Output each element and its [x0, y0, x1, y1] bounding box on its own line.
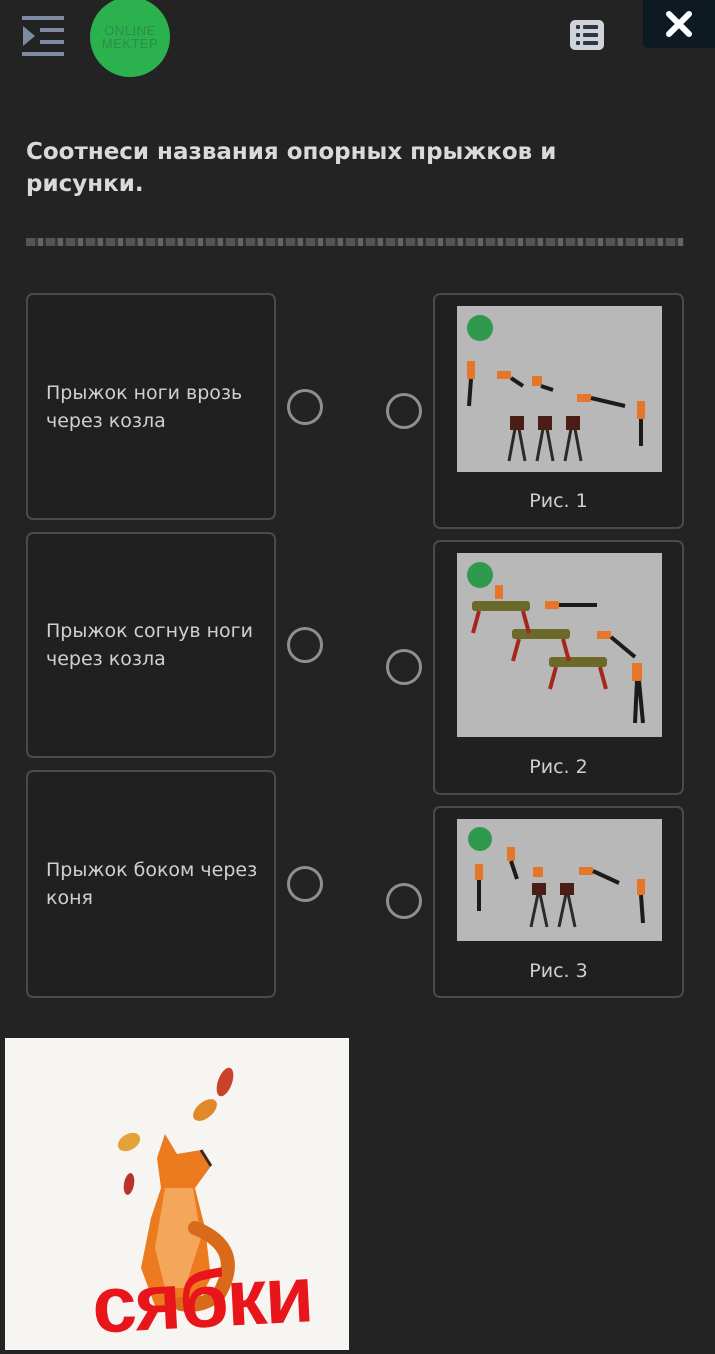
figure-image-1 — [457, 306, 662, 472]
left-item-label: Прыжок ноги врозь через козла — [46, 381, 243, 432]
left-item-1[interactable]: Прыжок ноги врозь через козла — [26, 293, 276, 520]
left-item-3[interactable]: Прыжок боком через коня — [26, 770, 276, 998]
figure-caption-2: Рис. 2 — [529, 756, 588, 778]
right-item-3[interactable]: Рис. 3 — [433, 806, 684, 998]
right-item-2[interactable]: Рис. 2 — [433, 540, 684, 795]
menu-indent-icon[interactable] — [20, 14, 66, 58]
close-button[interactable] — [643, 0, 715, 48]
right-connector-3[interactable] — [386, 883, 422, 919]
task-title: Соотнеси названия опорных прыжков и рису… — [26, 139, 557, 197]
left-item-label: Прыжок боком через коня — [46, 859, 258, 909]
list-icon[interactable] — [570, 20, 604, 50]
top-bar: ONLINE MEKTEP — [0, 0, 715, 90]
left-connector-1[interactable] — [287, 389, 323, 425]
logo-line-2: MEKTEP — [101, 36, 159, 51]
right-connector-1[interactable] — [386, 393, 422, 429]
left-item-label: Прыжок согнув ноги через козла — [46, 620, 253, 670]
online-mektep-logo[interactable]: ONLINE MEKTEP — [90, 0, 170, 77]
figure-image-2 — [457, 553, 662, 737]
left-connector-2[interactable] — [287, 627, 323, 663]
sticker-caption: сябки — [89, 1249, 314, 1350]
figure-image-3 — [457, 819, 662, 941]
close-icon — [666, 11, 692, 37]
figure-caption-3: Рис. 3 — [529, 960, 588, 982]
separator — [26, 238, 684, 246]
left-connector-3[interactable] — [287, 866, 323, 902]
figure-caption-1: Рис. 1 — [529, 490, 588, 512]
right-item-1[interactable]: Рис. 1 — [433, 293, 684, 529]
left-item-2[interactable]: Прыжок согнув ноги через козла — [26, 532, 276, 758]
right-connector-2[interactable] — [386, 649, 422, 685]
